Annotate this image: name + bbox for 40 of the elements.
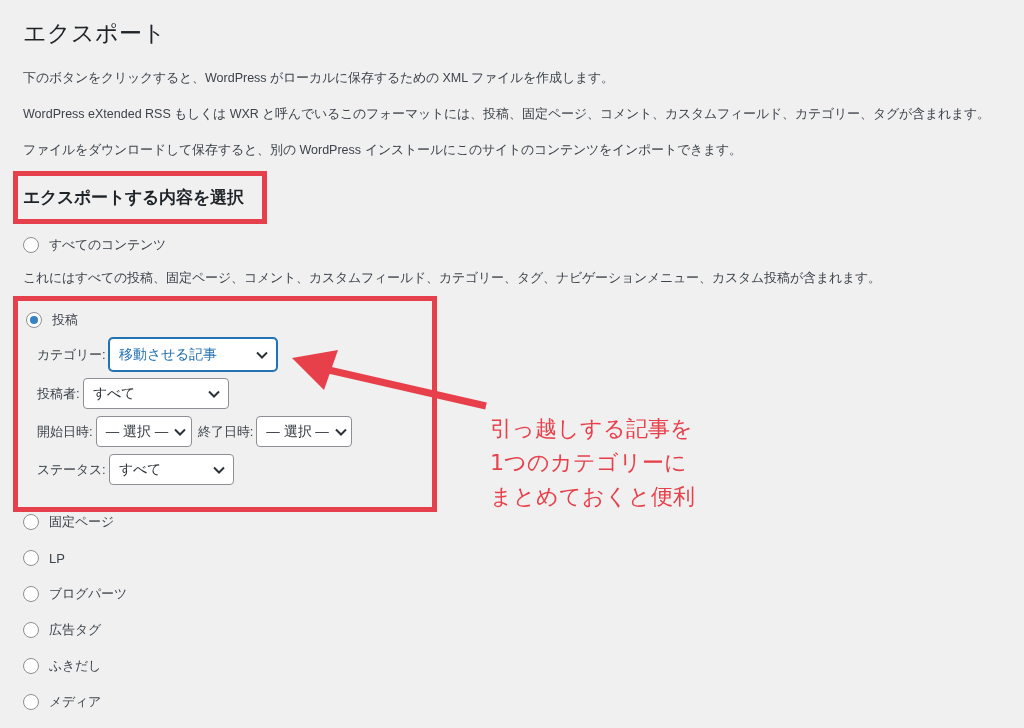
radio-button[interactable] [23,514,39,530]
option-label: メディア [49,693,101,711]
chevron-icon [334,427,347,436]
annotation-line: 1つのカテゴリーに [490,449,688,477]
chevron-icon [212,465,225,474]
option-label: ふきだし [49,657,101,675]
option-label: 投稿 [52,311,78,329]
page-title: エクスポート [23,19,167,48]
radio-button[interactable] [26,312,42,328]
select-field[interactable]: — 選択 — [95,416,192,447]
chevron-icon [255,350,268,359]
option-label: すべてのコンテンツ [49,236,166,254]
filter-label: 投稿者: [37,384,80,403]
filter-label: カテゴリー: [37,345,106,364]
radio-button[interactable] [23,550,39,566]
chevron-icon [174,427,187,436]
option-label: 固定ページ [49,513,114,531]
option-label: ブログパーツ [49,585,127,603]
radio-button[interactable] [23,658,39,674]
select-field[interactable]: 移動させる記事 [108,338,277,371]
annotation-line: まとめておくと便利 [490,483,695,511]
select-field[interactable]: すべて [108,454,234,485]
intro-paragraph: ファイルをダウンロードして保存すると、別の WordPress インストールにこのサイトのコンテンツをインポートできます。 [23,142,743,159]
chevron-icon [207,389,220,398]
intro-paragraph: 下のボタンをクリックすると、WordPress がローカルに保存するための XML ファイルを作成します。 [23,70,616,87]
radio-button[interactable] [23,694,39,710]
select-field[interactable]: — 選択 — [256,416,353,447]
filter-label: 終了日時: [197,422,254,441]
filter-label: ステータス: [37,460,106,479]
option-description: これにはすべての投稿、固定ページ、コメント、カスタムフィールド、カテゴリー、タグ、ナビゲーションメニュー、カスタム投稿が含まれます。 [23,270,882,287]
select-field[interactable]: すべて [82,378,229,409]
option-label: 広告タグ [49,621,101,639]
option-label: LP [49,550,65,566]
intro-paragraph: WordPress eXtended RSS もしくは WXR と呼んでいるこのフォーマットには、投稿、固定ページ、コメント、カスタムフィールド、カテゴリー、タグが含まれます。 [23,106,992,123]
radio-button[interactable] [23,622,39,638]
radio-button[interactable] [23,586,39,602]
filter-label: 開始日時: [37,422,93,441]
radio-button[interactable] [23,237,39,253]
section-heading: エクスポートする内容を選択 [23,187,244,209]
annotation-line: 引っ越しする記事を [490,415,694,443]
